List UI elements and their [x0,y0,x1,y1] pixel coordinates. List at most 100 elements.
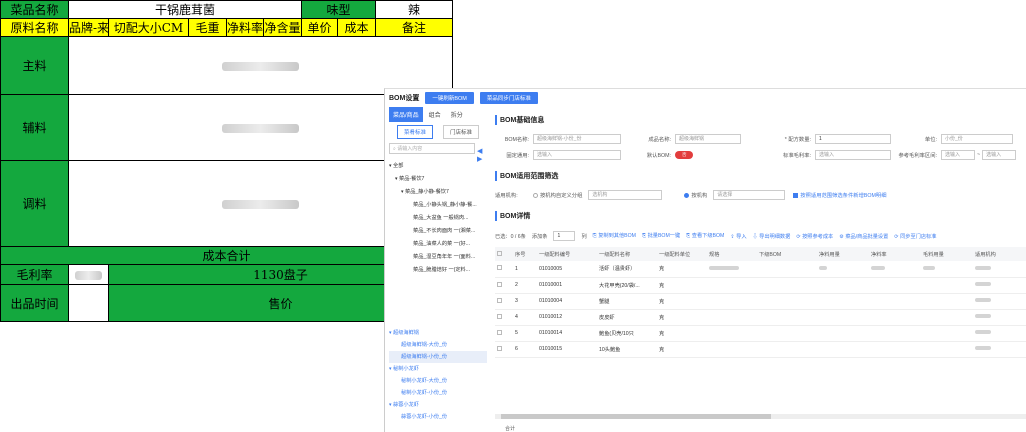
tree-node[interactable]: ▾ 菜品-餐饮7 [389,173,487,186]
ref-cost-button[interactable]: ⟳ 按照参考成本 [796,233,833,240]
unit-select[interactable]: 小份_份 [941,134,1013,144]
row-checkbox[interactable] [495,261,513,278]
row-checkbox[interactable] [495,277,513,294]
variant-group[interactable]: ▾ 超级海鲜锅 [389,327,487,339]
export-button[interactable]: ⇩ 导出明细数据 [753,233,791,240]
search-input[interactable]: ⌕ 请输入内容 [389,143,475,154]
dish-name-label: 菜品名称 [0,0,69,19]
screenshot-root: 菜品名称 干锅鹿茸菌 味型 辣 原料名称 品牌-来 切配大小CM 毛重 净料率 … [0,0,1026,432]
dish-name-field[interactable]: 超级海鲜锅 [675,134,741,144]
scope-radio1-label: 按机构自定义分组 [540,193,583,199]
batch-bom-button[interactable]: ⎘ 批量BOM一键 [642,232,680,240]
row-checkbox[interactable] [495,325,513,342]
row-code: 01010001 [537,277,597,294]
row-gross-qty [921,261,973,278]
row-name: 活虾（温贵虾） [597,261,657,278]
row-scope [973,325,1026,342]
refresh-bom-button[interactable]: 一键刷新BOM [425,91,474,104]
tree-node[interactable]: 菜品_不长肉面肉 一(湘菜... [389,225,487,238]
row-scope [973,261,1026,278]
section-aux: 辅料 [0,94,69,161]
scope-radio2-label: 按机构 [691,193,708,199]
tree-node[interactable]: 菜品_大盆鱼 一般锅肉... [389,212,487,225]
row-scope [973,341,1026,358]
qty-field[interactable]: 1 [815,134,891,144]
scope-radio-org[interactable] [684,192,690,198]
variant-item[interactable]: 秘制小龙虾-大份_份 [389,375,487,387]
batch-settings-button[interactable]: ⚙ 菜品/商品批量设置 [839,233,888,240]
variant-item[interactable]: 蒜蓉小龙虾-小份_份 [389,411,487,423]
row-spec [707,309,757,326]
tab-dish-standard[interactable]: 菜肴标准 [397,125,434,139]
variant-item-selected[interactable]: 超级海鲜锅-小份_份 [389,351,487,363]
sync-store-std-button[interactable]: ⟳ 同步至门店标准 [894,233,936,240]
tree-node[interactable]: ▾ 全部 [389,160,487,173]
section-main: 主料 [0,36,69,95]
row-code: 01010012 [537,309,597,326]
table-row[interactable]: 1 01010005 活虾（温贵虾） 克 [495,261,1026,278]
col-unit: 一级配料单位 [657,247,707,261]
copy-bom-button[interactable]: ⎘ 复制到其他BOM [593,232,636,240]
scope-row: 适用机构: 按机构自定义分组 选机构 按机构 请选择 按照适用范围筛选条件新增B… [495,187,1026,203]
row-unit: 克 [657,325,707,342]
row-net-qty [817,277,869,294]
import-button[interactable]: ⇪ 导入 [730,233,746,240]
row-checkbox[interactable] [495,341,513,358]
variant-item[interactable]: 超级海鲜锅-大份_份 [389,339,487,351]
row-gross-qty [921,325,973,342]
scope-radio-custom[interactable] [533,192,538,198]
table-row[interactable]: 2 01010001 大花甲壳(20/袋/... 克 [495,277,1026,294]
std-margin-field[interactable]: 选输入 [815,150,891,160]
table-row[interactable]: 4 01010012 皮皮虾 克 [495,309,1026,326]
tab-combo[interactable]: 组合 [425,107,445,122]
header-checkbox[interactable] [495,247,513,261]
dish-variant-list: ▾ 超级海鲜锅 超级海鲜锅-大份_份 超级海鲜锅-小份_份 ▾ 秘制小龙虾 秘制… [389,327,487,423]
table-row[interactable]: 5 01010014 鲍鱼(贝壳/10只 克 [495,325,1026,342]
bom-settings-window: BOM设置 一键刷新BOM 菜品同步门店标准 菜品/商品 组合 拆分 菜肴标准 … [384,88,1026,432]
ref-range-from[interactable]: 选输入 [941,150,975,160]
row-scope [973,277,1026,294]
row-scope [973,309,1026,326]
row-checkbox[interactable] [495,293,513,310]
table-total-label: 合计 [505,426,516,432]
horizontal-scrollbar[interactable] [495,414,1026,419]
add-rows-field[interactable]: 1 [553,231,576,241]
variant-group[interactable]: ▾ 秘制小龙虾 [389,363,487,375]
section-main-rows [67,36,454,95]
default-bom-toggle[interactable]: 否 [675,151,693,159]
scrollbar-thumb[interactable] [501,414,771,419]
tree-node[interactable]: 菜品_油菜人的菜 一(好... [389,238,487,251]
collapse-arrows-icon[interactable]: ◀ ▶ [477,147,487,163]
tree-node[interactable]: 菜品_湿豆角年年 一(面料... [389,251,487,264]
ref-range-to[interactable]: 选输入 [982,150,1017,160]
variant-item[interactable]: 秘制小龙虾-小份_份 [389,387,487,399]
ref-range-label: 参考毛利率区间: [898,153,937,159]
header-unit-price: 单价 [301,18,338,37]
tree-node[interactable]: 菜品_脆腊焙好 一(定料... [389,264,487,277]
col-net-qty: 净料用量 [817,247,869,261]
tab-split[interactable]: 拆分 [447,107,467,122]
tab-dishes[interactable]: 菜品/商品 [389,107,423,122]
tab-store-standard[interactable]: 门店标准 [443,125,480,139]
table-row[interactable]: 6 01010015 10头鲍鱼 克 [495,341,1026,358]
sync-store-button[interactable]: 菜品同步门店标准 [479,91,538,104]
row-gross-qty [921,277,973,294]
tree-node[interactable]: 菜品_小静头锅_静小静-餐... [389,199,487,212]
col-name: 一级配料名称 [597,247,657,261]
std-margin-label: 标准毛利率: [783,153,811,159]
variant-group[interactable]: ▾ 蒜蓉小龙虾 [389,399,487,411]
row-no: 1 [513,261,537,278]
table-row[interactable]: 3 01010004 蟹腿 克 [495,293,1026,310]
col-code: 一级配料编号 [537,247,597,261]
tree-node[interactable]: ▾ 菜品_静小静-餐饮7 [389,186,487,199]
row-unit: 克 [657,261,707,278]
view-sub-bom-button[interactable]: ⎘ 查看下级BOM [686,232,724,240]
scope-org-select[interactable]: 请选择 [713,190,786,200]
row-gross-qty [921,341,973,358]
row-spec [707,325,757,342]
scope-checkbox[interactable] [793,192,799,198]
bom-name-field[interactable]: 超级海鲜锅-小份_份 [533,134,621,144]
row-checkbox[interactable] [495,309,513,326]
scope-group-select[interactable]: 选机构 [588,190,663,200]
standard-field[interactable]: 选输入 [533,150,621,160]
